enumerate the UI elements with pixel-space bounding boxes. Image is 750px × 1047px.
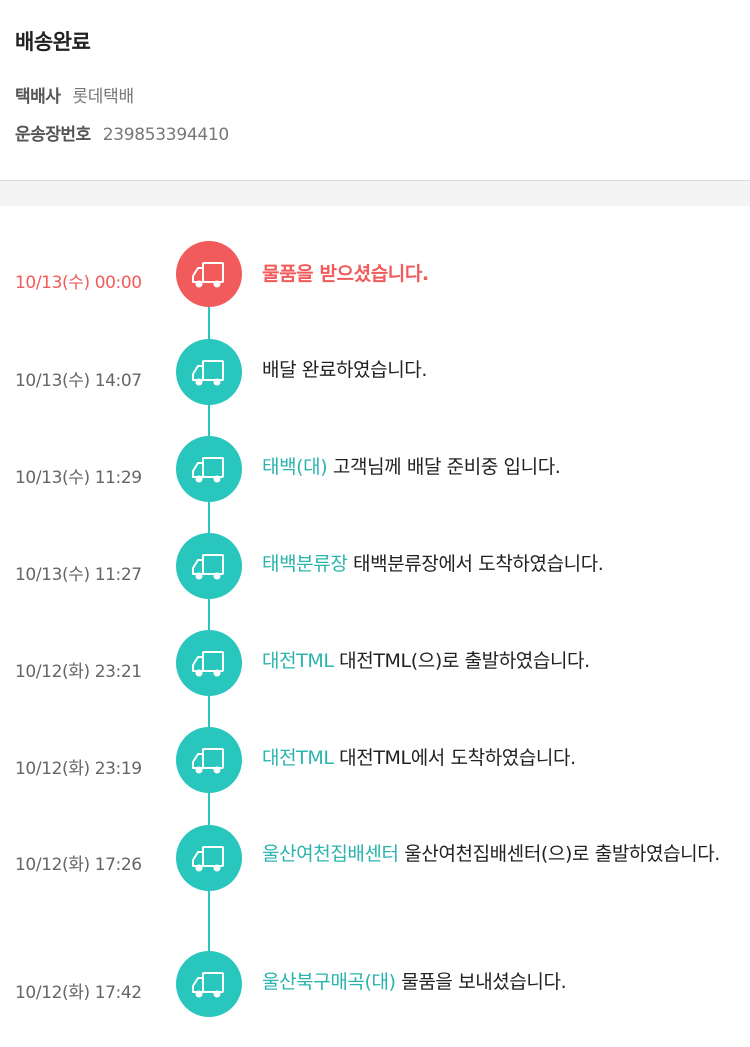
event-message: 울산여천집배센터 울산여천집배센터(으)로 출발하였습니다. bbox=[262, 839, 740, 869]
truck-icon bbox=[176, 630, 242, 696]
event-time: 10/13(수) 11:29 bbox=[15, 468, 142, 488]
event-message: 배달 완료하였습니다. bbox=[262, 355, 740, 385]
carrier-value: 롯데택배 bbox=[72, 87, 134, 107]
carrier-label: 택배사 bbox=[15, 87, 61, 107]
event-location: 대전TML bbox=[262, 650, 334, 672]
event-time: 10/12(화) 17:42 bbox=[15, 983, 142, 1003]
event-description: 대전TML(으)로 출발하였습니다. bbox=[333, 650, 590, 672]
section-divider bbox=[0, 180, 750, 206]
event-time: 10/13(수) 14:07 bbox=[15, 371, 142, 391]
event-time: 10/12(화) 23:19 bbox=[15, 759, 142, 779]
event-message: 물품을 받으셨습니다. bbox=[262, 259, 740, 289]
delivery-header: 배송완료 택배사 롯데택배 운송장번호 239853394410 bbox=[0, 0, 750, 180]
event-time: 10/12(화) 23:21 bbox=[15, 662, 142, 682]
event-message: 대전TML 대전TML(으)로 출발하였습니다. bbox=[262, 646, 740, 676]
truck-icon bbox=[176, 533, 242, 599]
truck-icon bbox=[176, 339, 242, 405]
event-location: 울산북구매곡(대) bbox=[262, 971, 396, 993]
event-description: 울산여천집배센터(으)로 출발하였습니다. bbox=[398, 843, 720, 865]
truck-icon bbox=[176, 825, 242, 891]
event-message: 태백분류장 태백분류장에서 도착하였습니다. bbox=[262, 549, 740, 579]
event-message: 대전TML 대전TML에서 도착하였습니다. bbox=[262, 743, 740, 773]
truck-icon bbox=[176, 436, 242, 502]
carrier-row: 택배사 롯데택배 bbox=[15, 82, 134, 107]
truck-icon bbox=[176, 727, 242, 793]
event-time: 10/13(수) 00:00 bbox=[15, 273, 142, 293]
truck-icon bbox=[176, 951, 242, 1017]
delivery-status-title: 배송완료 bbox=[15, 30, 91, 54]
event-description: 배달 완료하였습니다. bbox=[262, 359, 427, 381]
event-description: 물품을 받으셨습니다. bbox=[262, 263, 429, 285]
event-location: 태백(대) bbox=[262, 456, 328, 478]
event-time: 10/13(수) 11:27 bbox=[15, 565, 142, 585]
event-location: 울산여천집배센터 bbox=[262, 843, 399, 865]
truck-icon bbox=[176, 241, 242, 307]
event-location: 태백분류장 bbox=[262, 553, 348, 575]
event-time: 10/12(화) 17:26 bbox=[15, 855, 142, 875]
event-description: 태백분류장에서 도착하였습니다. bbox=[347, 553, 604, 575]
tracking-number-value: 239853394410 bbox=[102, 125, 230, 145]
event-description: 대전TML에서 도착하였습니다. bbox=[333, 747, 576, 769]
tracking-number-label: 운송장번호 bbox=[15, 125, 91, 145]
tracking-number-row: 운송장번호 239853394410 bbox=[15, 120, 229, 145]
event-message: 울산북구매곡(대) 물품을 보내셨습니다. bbox=[262, 967, 740, 997]
event-message: 태백(대) 고객님께 배달 준비중 입니다. bbox=[262, 452, 740, 482]
event-location: 대전TML bbox=[262, 747, 334, 769]
event-description: 물품을 보내셨습니다. bbox=[395, 971, 567, 993]
event-description: 고객님께 배달 준비중 입니다. bbox=[327, 456, 561, 478]
